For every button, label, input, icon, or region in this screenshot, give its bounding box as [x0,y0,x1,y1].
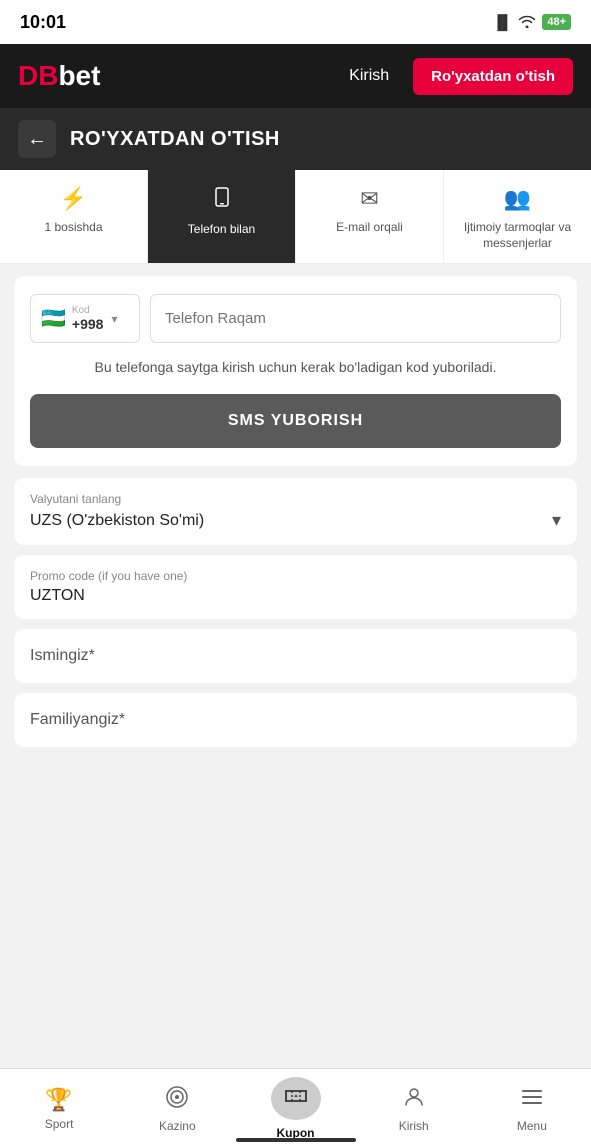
tab-email-label: E-mail orqali [336,220,403,236]
user-icon [402,1085,426,1115]
page-title: RO'YXATDAN O'TISH [70,128,280,151]
chevron-down-icon: ▾ [111,312,117,326]
promo-value: UZTON [30,587,561,605]
status-bar: 10:01 ▐▌ 48+ [0,0,591,44]
content-area: 🇺🇿 Kod +998 ▾ Bu telefonga saytga kirish… [0,264,591,1148]
phone-icon [211,186,233,214]
sms-button[interactable]: SMS YUBORISH [30,394,561,448]
bottom-nav: 🏆 Sport Kazino Kupon [0,1068,591,1148]
kirish-button[interactable]: Kirish [335,59,403,93]
trophy-icon: 🏆 [45,1087,72,1113]
phone-input[interactable] [150,294,561,343]
back-arrow-icon: ← [27,128,47,151]
surname-placeholder: Familiyangiz* [30,711,125,728]
status-time: 10:01 [20,12,66,33]
top-nav: DBbet Kirish Ro'yxatdan o'tish [0,44,591,108]
nav-kirish[interactable]: Kirish [355,1069,473,1148]
promo-field: Promo code (if you have one) UZTON [14,555,577,619]
nav-kupon[interactable]: Kupon [236,1069,354,1148]
menu-icon [520,1085,544,1115]
quick-icon: ⚡ [60,186,87,212]
phone-form: 🇺🇿 Kod +998 ▾ Bu telefonga saytga kirish… [14,276,577,466]
nav-sport[interactable]: 🏆 Sport [0,1069,118,1148]
tab-social[interactable]: 👥 Ijtimoiy tarmoqlar va messenjerlar [444,170,591,263]
nav-kirish-label: Kirish [399,1119,429,1133]
nav-buttons: Kirish Ro'yxatdan o'tish [335,58,573,95]
battery-indicator: 48+ [542,14,571,30]
logo-bet: bet [58,60,100,91]
flag-emoji: 🇺🇿 [41,306,66,331]
email-icon: ✉ [360,186,378,212]
currency-value: UZS (O'zbekiston So'mi) [30,512,204,530]
country-selector[interactable]: 🇺🇿 Kod +998 ▾ [30,294,140,343]
tab-email[interactable]: ✉ E-mail orqali [296,170,444,263]
currency-label: Valyutani tanlang [30,492,561,506]
kazino-icon [165,1085,189,1115]
tab-quick[interactable]: ⚡ 1 bosishda [0,170,148,263]
nav-menu-label: Menu [517,1119,547,1133]
info-text: Bu telefonga saytga kirish uchun kerak b… [30,357,561,378]
page-header: ← RO'YXATDAN O'TISH [0,108,591,170]
kupon-icon-wrap [271,1077,321,1120]
signal-icon: ▐▌ [492,14,512,30]
country-code-text: Kod +998 [72,305,104,332]
currency-field: Valyutani tanlang UZS (O'zbekiston So'mi… [14,478,577,545]
nav-sport-label: Sport [45,1117,74,1131]
name-field[interactable]: Ismingiz* [14,629,577,683]
status-icons: ▐▌ 48+ [492,14,571,31]
nav-kazino-label: Kazino [159,1119,196,1133]
home-indicator [236,1138,356,1142]
tab-phone[interactable]: Telefon bilan [148,170,296,263]
promo-label: Promo code (if you have one) [30,569,561,583]
wifi-icon [518,14,536,31]
social-icon: 👥 [504,186,531,212]
tab-quick-label: 1 bosishda [44,220,102,236]
country-code: +998 [72,316,104,332]
back-button[interactable]: ← [18,120,56,158]
name-placeholder: Ismingiz* [30,647,95,664]
surname-field[interactable]: Familiyangiz* [14,693,577,747]
kod-label: Kod [72,305,104,316]
nav-kazino[interactable]: Kazino [118,1069,236,1148]
tab-phone-label: Telefon bilan [188,222,255,238]
currency-row: UZS (O'zbekiston So'mi) ▾ [30,510,561,531]
nav-menu[interactable]: Menu [473,1069,591,1148]
chevron-down-currency-icon[interactable]: ▾ [552,510,561,531]
phone-row: 🇺🇿 Kod +998 ▾ [30,294,561,343]
royxatdan-button[interactable]: Ro'yxatdan o'tish [413,58,573,95]
logo-db: DB [18,60,58,91]
logo: DBbet [18,60,100,92]
registration-tabs: ⚡ 1 bosishda Telefon bilan ✉ E-mail orqa… [0,170,591,264]
kupon-icon [283,1083,309,1115]
tab-social-label: Ijtimoiy tarmoqlar va messenjerlar [452,220,583,251]
